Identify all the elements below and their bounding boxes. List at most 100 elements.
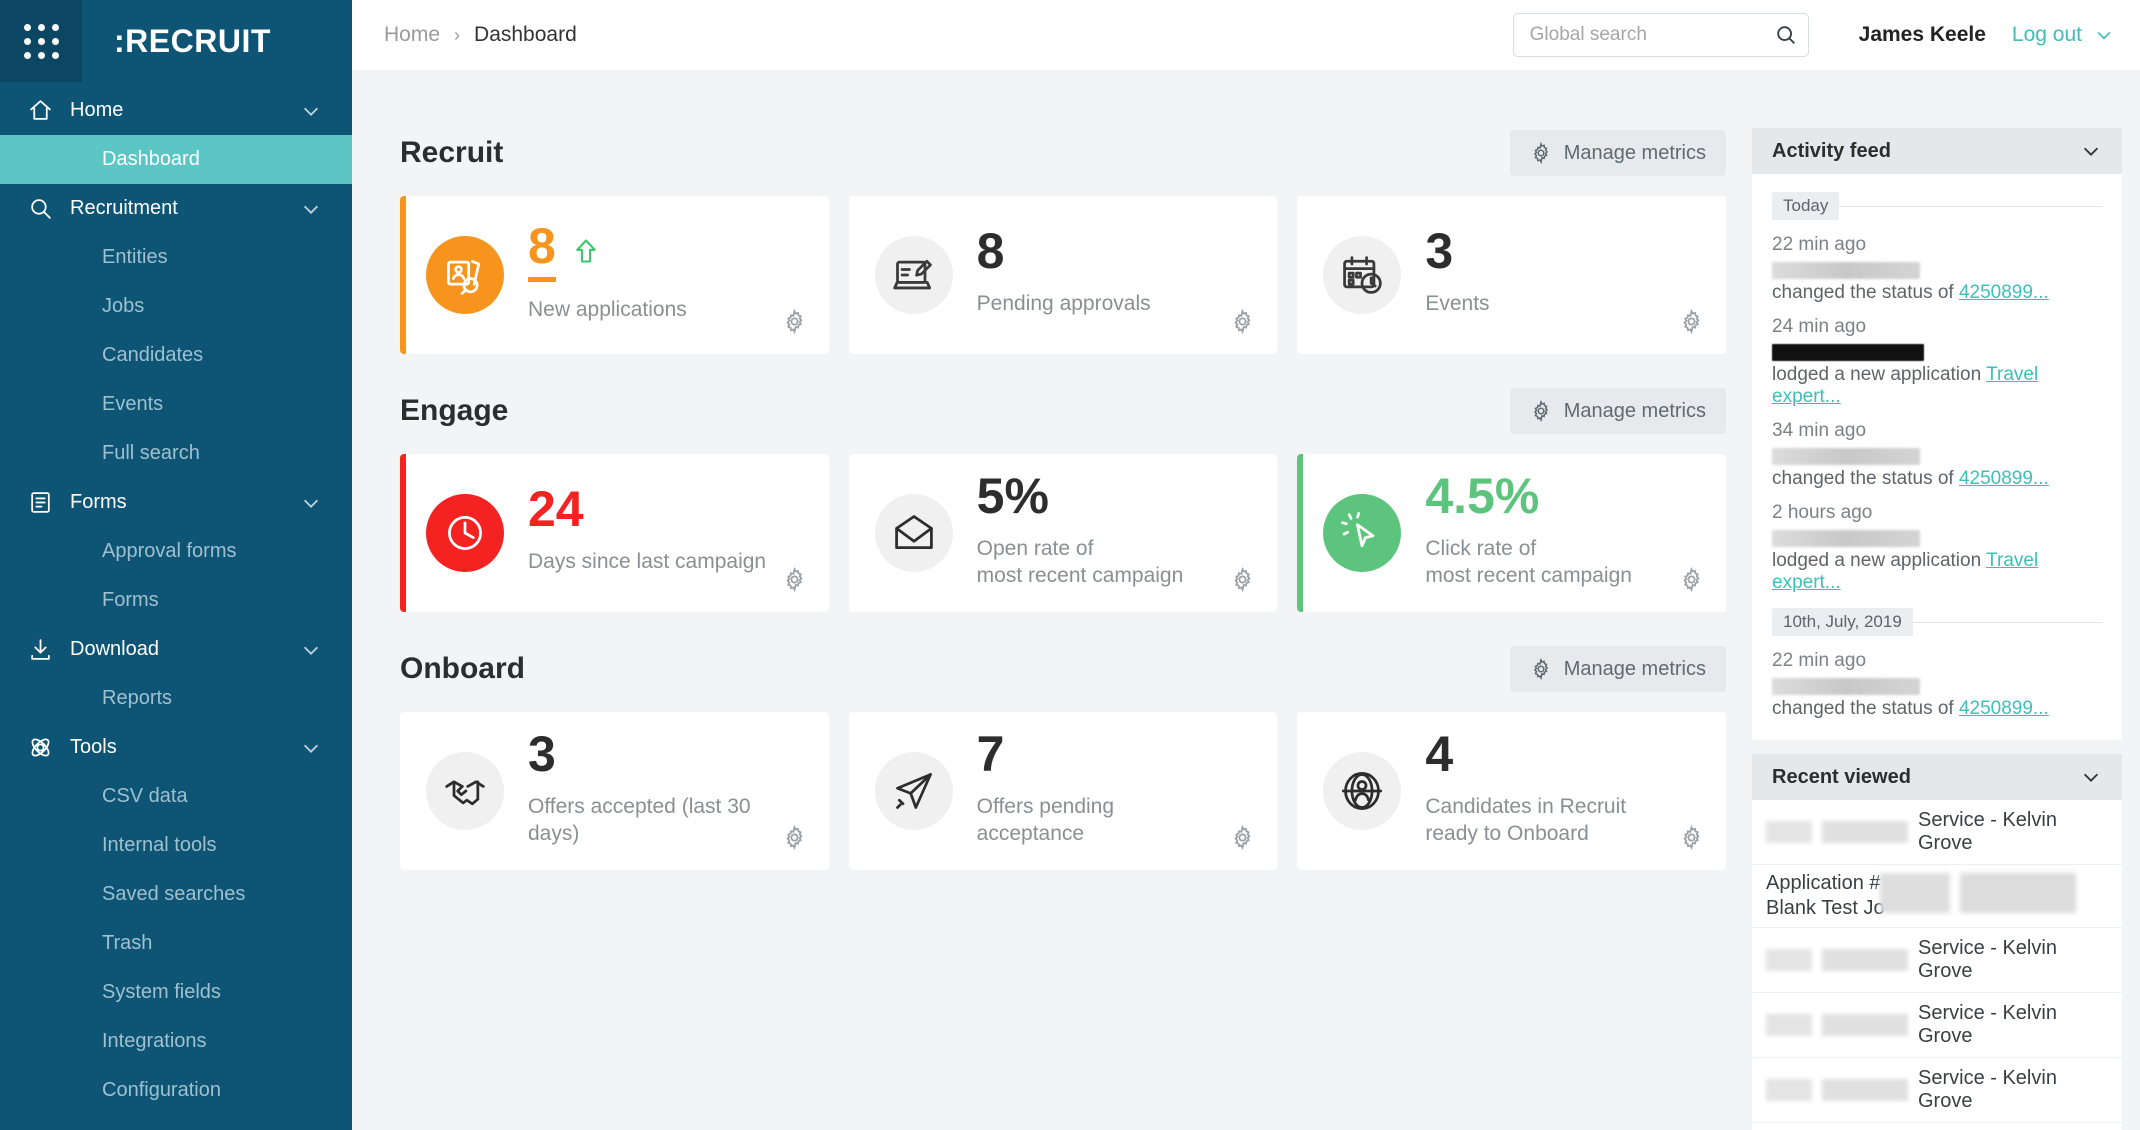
search-icon[interactable] — [1775, 24, 1797, 46]
sidebar-item-configuration[interactable]: Configuration — [0, 1066, 352, 1115]
activity-link[interactable]: 4250899... — [1959, 698, 2049, 719]
download-icon — [28, 638, 62, 662]
card-text: 5% Open rate of most recent campaign — [977, 471, 1184, 596]
divider — [1839, 205, 2102, 207]
apps-grid-button[interactable] — [0, 0, 82, 82]
brand-logo[interactable]: :RECRUIT — [82, 23, 271, 60]
metric-card[interactable]: 8 New applications — [400, 196, 829, 354]
recent-viewed-row[interactable]: Application # Blank Test Jo — [1752, 865, 2122, 928]
chevron-down-icon[interactable] — [300, 639, 322, 661]
cursor-click-icon — [1323, 494, 1402, 572]
recent-viewed-row[interactable]: Service - Kelvin Grove — [1752, 993, 2122, 1058]
applications-search-icon — [426, 236, 504, 314]
sidebar-item-integrations[interactable]: Integrations — [0, 1017, 352, 1066]
activity-link[interactable]: 4250899... — [1959, 282, 2049, 303]
sidebar-group-recruitment[interactable]: Recruitment — [0, 184, 352, 233]
chevron-down-icon[interactable] — [300, 100, 322, 122]
activity-feed-panel: Activity feed Today 22 min ago changed the… — [1752, 128, 2122, 740]
chevron-down-icon[interactable] — [300, 737, 322, 759]
sidebar: :RECRUIT Home Dashboard Recruitment Entitie… — [0, 0, 352, 1130]
manage-metrics-button[interactable]: Manage metrics — [1509, 130, 1726, 176]
metric-card[interactable]: 5% Open rate of most recent campaign — [848, 454, 1278, 612]
redacted-user-name — [1772, 448, 1920, 465]
recent-viewed-text: Service - Kelvin Grove — [1918, 937, 2057, 982]
sidebar-group-forms[interactable]: Forms — [0, 478, 352, 527]
activity-feed-item: 24 min ago lodged a new application Trave… — [1772, 308, 2102, 412]
activity-feed-list: Today 22 min ago changed the status of 425… — [1752, 174, 2122, 740]
activity-feed-header[interactable]: Activity feed — [1752, 128, 2122, 174]
logout-link[interactable]: Log out — [2012, 23, 2082, 47]
card-text: 4 Candidates in Recruit ready to Onboard — [1425, 729, 1626, 854]
sidebar-group-home[interactable]: Home — [0, 86, 352, 135]
sidebar-item-forms[interactable]: Forms — [0, 576, 352, 625]
activity-feed-item: 34 min ago changed the status of 4250899.… — [1772, 412, 2102, 494]
activity-text: changed the status of 4250899... — [1772, 282, 2102, 304]
sidebar-item-saved-searches[interactable]: Saved searches — [0, 870, 352, 919]
activity-time: 24 min ago — [1772, 316, 1867, 337]
metric-card-row: 8 New applications 8 Pending approvals 3 Even… — [400, 196, 1727, 354]
metric-card[interactable]: 3 Events — [1297, 196, 1727, 354]
card-value-row: 7 — [977, 729, 1114, 779]
section-title: Recruit — [400, 136, 504, 169]
recent-viewed-row[interactable]: Service - Kelvin Grove — [1752, 928, 2122, 993]
card-settings-gear-icon[interactable] — [1679, 567, 1704, 592]
card-accent-bar — [400, 454, 406, 612]
card-settings-gear-icon[interactable] — [782, 309, 807, 334]
sidebar-item-approval-forms[interactable]: Approval forms — [0, 527, 352, 576]
app-root: :RECRUIT Home Dashboard Recruitment Entitie… — [0, 0, 2140, 1130]
card-settings-gear-icon[interactable] — [1230, 567, 1255, 592]
feed-day-label: 10th, July, 2019 — [1772, 608, 1913, 636]
chevron-down-icon[interactable] — [300, 492, 322, 514]
recent-viewed-row[interactable]: Service - Kelvin Grove — [1752, 1123, 2122, 1130]
sidebar-item-csv-data[interactable]: CSV data — [0, 772, 352, 821]
recent-viewed-header[interactable]: Recent viewed — [1752, 754, 2122, 800]
sidebar-item-jobs[interactable]: Jobs — [0, 282, 352, 331]
metric-card[interactable]: 4 Candidates in Recruit ready to Onboard — [1297, 712, 1727, 870]
manage-metrics-button[interactable]: Manage metrics — [1509, 646, 1726, 692]
metric-card[interactable]: 7 Offers pending acceptance — [848, 712, 1278, 870]
card-value-row: 24 — [528, 484, 766, 534]
card-settings-gear-icon[interactable] — [1679, 825, 1704, 850]
sidebar-item-system-fields[interactable]: System fields — [0, 968, 352, 1017]
chevron-down-icon[interactable] — [2094, 25, 2114, 45]
card-settings-gear-icon[interactable] — [782, 567, 807, 592]
sidebar-item-full-search[interactable]: Full search — [0, 429, 352, 478]
gear-icon — [1530, 400, 1552, 422]
chevron-down-icon[interactable] — [300, 198, 322, 220]
sidebar-item-reports[interactable]: Reports — [0, 674, 352, 723]
card-value-row: 3 — [1425, 226, 1489, 276]
metric-card[interactable]: 4.5% Click rate of most recent campaign — [1297, 454, 1727, 612]
metric-card[interactable]: 8 Pending approvals — [848, 196, 1278, 354]
card-settings-gear-icon[interactable] — [1679, 309, 1704, 334]
sidebar-group-tools[interactable]: Tools — [0, 723, 352, 772]
card-settings-gear-icon[interactable] — [1230, 309, 1255, 334]
card-settings-gear-icon[interactable] — [782, 825, 807, 850]
chevron-down-icon[interactable] — [2080, 766, 2102, 788]
sidebar-item-events[interactable]: Events — [0, 380, 352, 429]
metric-card[interactable]: 3 Offers accepted (last 30 days) — [400, 712, 829, 870]
recent-viewed-row[interactable]: Service - Kelvin Grove — [1752, 1058, 2122, 1123]
card-accent-bar — [1297, 454, 1304, 612]
sidebar-item-candidates[interactable]: Candidates — [0, 331, 352, 380]
global-search[interactable] — [1512, 13, 1809, 57]
breadcrumb-home[interactable]: Home — [384, 23, 440, 47]
manage-metrics-label: Manage metrics — [1563, 141, 1706, 164]
card-settings-gear-icon[interactable] — [1230, 825, 1255, 850]
sidebar-item-entities[interactable]: Entities — [0, 233, 352, 282]
activity-link[interactable]: 4250899... — [1959, 468, 2049, 489]
recent-viewed-text: Service - Kelvin Grove — [1918, 1002, 2057, 1047]
sidebar-group-download[interactable]: Download — [0, 625, 352, 674]
activity-action: changed the status of — [1772, 468, 1954, 489]
paper-plane-icon — [874, 752, 953, 830]
chevron-down-icon[interactable] — [2080, 140, 2102, 162]
activity-text: changed the status of 4250899... — [1772, 698, 2102, 720]
search-input[interactable] — [1529, 24, 1775, 46]
breadcrumb: Home › Dashboard — [384, 23, 577, 47]
sidebar-item-internal-tools[interactable]: Internal tools — [0, 821, 352, 870]
recent-viewed-row[interactable]: Service - Kelvin Grove — [1752, 800, 2122, 865]
sidebar-item-trash[interactable]: Trash — [0, 919, 352, 968]
manage-metrics-button[interactable]: Manage metrics — [1509, 388, 1726, 434]
sidebar-item-dashboard[interactable]: Dashboard — [0, 135, 352, 184]
metric-card[interactable]: 24 Days since last campaign — [400, 454, 829, 612]
card-text: 8 Pending approvals — [977, 226, 1151, 323]
